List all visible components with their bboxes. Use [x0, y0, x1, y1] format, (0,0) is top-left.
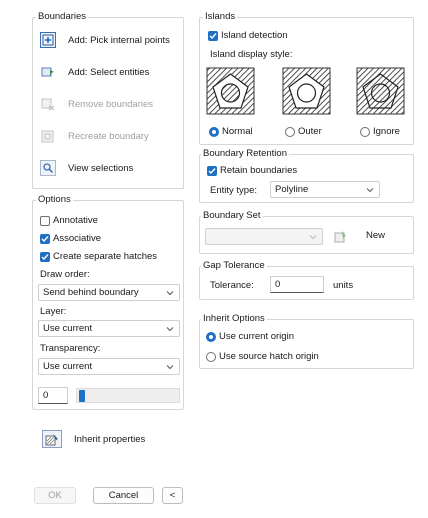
use-source-origin-radio[interactable]: Use source hatch origin [206, 351, 319, 362]
islands-title: Islands [203, 11, 238, 22]
draw-order-select[interactable]: Send behind boundary [38, 284, 180, 301]
use-current-origin-radio[interactable]: Use current origin [206, 331, 294, 342]
gap-tolerance-title: Gap Tolerance [201, 260, 267, 271]
associative-checkbox[interactable]: Associative [40, 233, 101, 244]
transparency-number-input[interactable]: 0 [38, 387, 68, 404]
tolerance-label: Tolerance: [210, 280, 254, 291]
associative-label: Associative [53, 233, 102, 244]
normal-radio-dot [209, 126, 219, 137]
transparency-select[interactable]: Use current [38, 358, 180, 375]
normal-label: Normal [222, 126, 253, 137]
boundary-set-pick-icon[interactable] [333, 229, 349, 245]
layer-select[interactable]: Use current [38, 320, 180, 337]
remove-boundaries-button[interactable]: Remove boundaries [40, 96, 153, 112]
pick-points-icon [40, 32, 56, 48]
separate-hatches-checkbox[interactable]: Create separate hatches [40, 251, 157, 262]
ignore-label: Ignore [373, 126, 400, 137]
inherit-properties-label: Inherit properties [74, 433, 146, 445]
normal-radio[interactable]: Normal [209, 126, 253, 137]
entity-type-label: Entity type: [210, 185, 257, 196]
boundary-retention-title: Boundary Retention [201, 148, 289, 159]
island-detection-check-icon [208, 30, 218, 41]
add-pick-points-button[interactable]: Add: Pick internal points [40, 32, 170, 48]
draw-order-label: Draw order: [40, 269, 90, 280]
use-current-origin-dot [206, 331, 216, 342]
inherit-options-title: Inherit Options [201, 313, 267, 324]
chevron-down-icon [166, 290, 174, 295]
outer-radio[interactable]: Outer [285, 126, 322, 137]
add-pick-points-label: Add: Pick internal points [68, 34, 170, 46]
options-title: Options [36, 194, 73, 205]
associative-check-icon [40, 233, 50, 244]
island-style-label: Island display style: [210, 49, 293, 60]
recreate-boundary-icon [40, 128, 56, 144]
remove-boundaries-label: Remove boundaries [68, 98, 154, 110]
inherit-properties-button[interactable]: Inherit properties [42, 430, 145, 448]
use-source-origin-label: Use source hatch origin [219, 351, 319, 362]
outer-label: Outer [298, 126, 322, 137]
transparency-label: Transparency: [40, 343, 101, 354]
transparency-slider-thumb[interactable] [79, 390, 85, 402]
magnifier-icon [40, 160, 56, 176]
remove-boundaries-icon [40, 96, 56, 112]
tolerance-input[interactable]: 0 [270, 276, 324, 293]
add-select-entities-label: Add: Select entities [68, 66, 150, 78]
retain-boundaries-checkbox[interactable]: Retain boundaries [207, 165, 297, 176]
layer-label: Layer: [40, 306, 67, 317]
entity-type-value: Polyline [275, 184, 309, 195]
ignore-radio-dot [360, 126, 370, 137]
chevron-down-icon [166, 364, 174, 369]
add-select-entities-button[interactable]: Add: Select entities [40, 64, 149, 80]
recreate-boundary-button[interactable]: Recreate boundary [40, 128, 149, 144]
island-detection-label: Island detection [221, 30, 288, 41]
outer-radio-dot [285, 126, 295, 137]
ignore-radio[interactable]: Ignore [360, 126, 400, 137]
island-detection-checkbox[interactable]: Island detection [208, 30, 288, 41]
chevron-down-icon [166, 326, 174, 331]
annotative-checkbox[interactable]: Annotative [40, 215, 98, 226]
chevron-down-icon [366, 187, 374, 192]
new-boundary-set-button[interactable]: New [366, 230, 385, 241]
annotative-box [40, 215, 50, 226]
entity-type-select[interactable]: Polyline [270, 181, 380, 198]
select-entities-icon [40, 64, 56, 80]
tolerance-units-label: units [333, 280, 354, 291]
inherit-properties-icon [42, 430, 62, 448]
use-current-origin-label: Use current origin [219, 331, 294, 342]
draw-order-value: Send behind boundary [43, 287, 139, 298]
view-selections-label: View selections [68, 162, 134, 174]
layer-value: Use current [43, 323, 93, 334]
view-selections-button[interactable]: View selections [40, 160, 133, 176]
annotative-label: Annotative [53, 215, 98, 226]
transparency-value: Use current [43, 361, 93, 372]
separate-hatches-check-icon [40, 251, 50, 262]
collapse-button[interactable]: < [162, 487, 183, 504]
ok-button[interactable]: OK [34, 487, 76, 504]
transparency-slider-track[interactable] [76, 388, 180, 403]
use-source-origin-dot [206, 351, 216, 362]
separate-hatches-label: Create separate hatches [53, 251, 158, 262]
recreate-boundary-label: Recreate boundary [68, 130, 149, 142]
options-group [32, 200, 184, 410]
retain-boundaries-label: Retain boundaries [220, 165, 298, 176]
cancel-button[interactable]: Cancel [93, 487, 154, 504]
boundary-set-title: Boundary Set [201, 210, 263, 221]
chevron-down-icon [309, 234, 317, 239]
boundaries-title: Boundaries [36, 11, 89, 22]
retain-boundaries-check-icon [207, 165, 217, 176]
boundary-set-select[interactable] [205, 228, 323, 245]
